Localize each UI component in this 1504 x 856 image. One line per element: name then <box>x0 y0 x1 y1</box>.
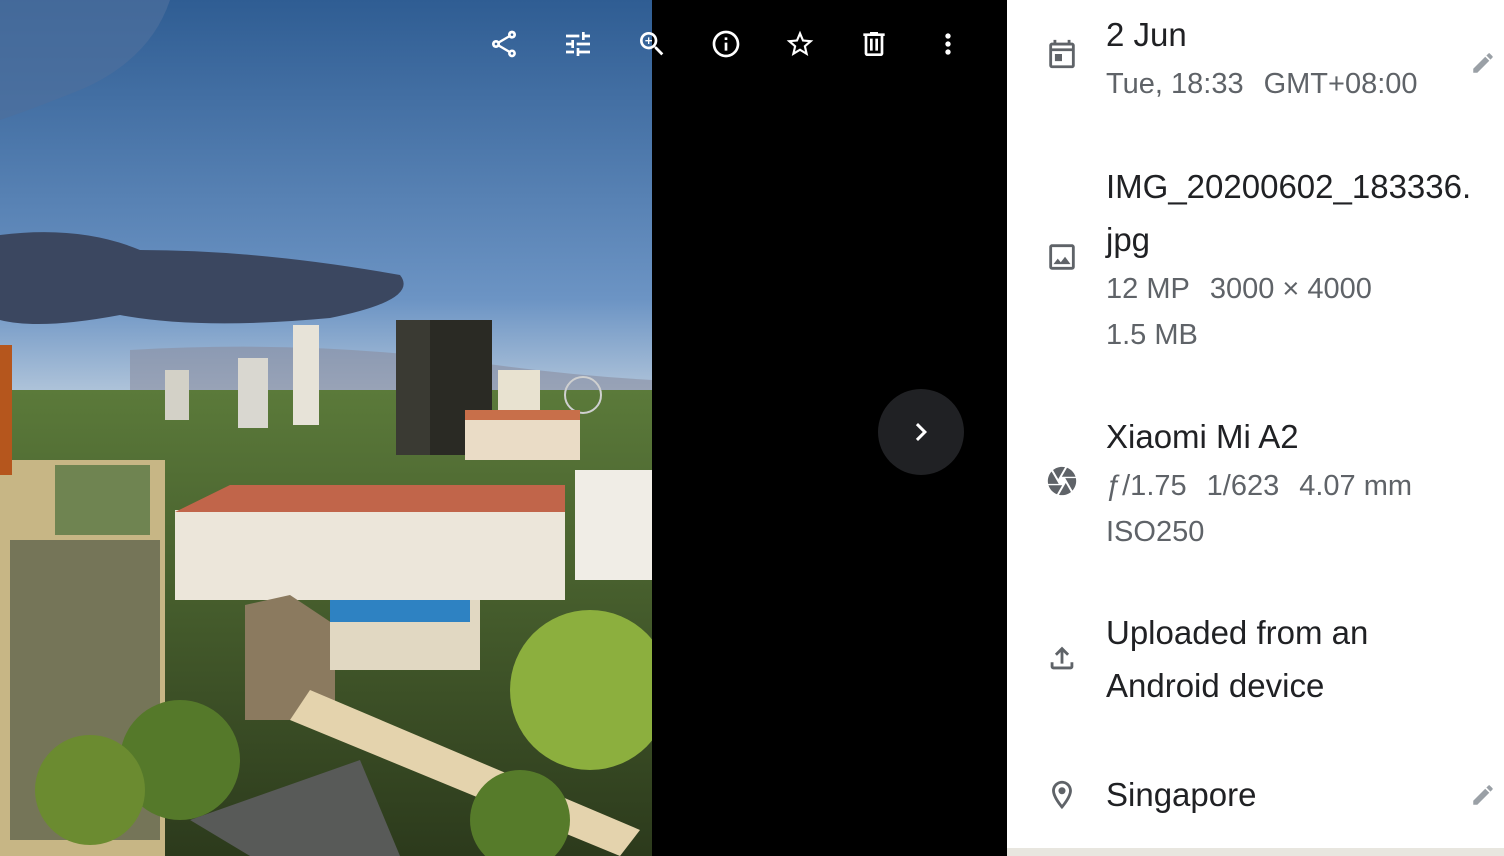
date-time-line: Tue, 18:33 GMT+08:00 <box>1106 61 1418 107</box>
favourite-button[interactable] <box>770 14 830 74</box>
star-icon <box>786 30 814 56</box>
date-day: 2 Jun <box>1106 16 1187 53</box>
info-button[interactable] <box>696 14 756 74</box>
pencil-icon <box>1473 785 1493 805</box>
delete-icon <box>863 32 885 56</box>
edit-location-button[interactable] <box>1470 782 1496 808</box>
upload-source-line1: Uploaded from an <box>1106 614 1369 651</box>
file-resolution-line: 12 MP 3000 × 4000 <box>1106 266 1471 312</box>
photo <box>0 0 652 856</box>
chevron-right-icon <box>915 423 927 441</box>
calendar-icon <box>1045 37 1079 71</box>
image-icon <box>1045 240 1079 274</box>
zoom-button[interactable] <box>622 14 682 74</box>
location-map-preview[interactable] <box>1007 848 1504 856</box>
date-timezone: GMT+08:00 <box>1263 68 1418 100</box>
next-photo-button[interactable] <box>878 389 964 475</box>
upload-icon <box>1045 641 1079 675</box>
file-name-line1: IMG_20200602_183336. <box>1106 168 1472 205</box>
camera-aperture: ƒ/1.75 <box>1106 470 1187 502</box>
camera-iso: ISO250 <box>1106 516 1205 548</box>
file-size: 1.5 MB <box>1106 319 1198 351</box>
zoom-in-icon <box>640 32 664 56</box>
file-name-line2: jpg <box>1106 221 1151 258</box>
file-megapixels: 12 MP <box>1106 273 1190 305</box>
edit-date-button[interactable] <box>1470 50 1496 76</box>
camera-aperture-icon <box>1045 464 1079 498</box>
info-icon <box>712 30 740 58</box>
share-button[interactable] <box>474 14 534 74</box>
file-row: IMG_20200602_183336. jpg 12 MP 3000 × 400… <box>1007 160 1504 360</box>
date-row: 2 Jun Tue, 18:33 GMT+08:00 <box>1007 8 1504 108</box>
edit-adjust-icon <box>566 32 590 56</box>
upload-source-line2: Android device <box>1106 667 1325 704</box>
upload-row: Uploaded from an Android device <box>1007 606 1504 716</box>
file-dimensions: 3000 × 4000 <box>1209 273 1372 305</box>
location-pin-icon <box>1045 778 1079 812</box>
camera-model: Xiaomi Mi A2 <box>1106 418 1299 455</box>
location-name: Singapore <box>1106 776 1257 813</box>
camera-shutter: 1/623 <box>1206 470 1280 502</box>
more-options-icon <box>945 33 951 55</box>
info-panel: 2 Jun Tue, 18:33 GMT+08:00 IMG_20200602_1… <box>1007 0 1504 856</box>
camera-row: Xiaomi Mi A2 ƒ/1.75 1/623 4.07 mm ISO250 <box>1007 410 1504 560</box>
delete-button[interactable] <box>844 14 904 74</box>
edit-button[interactable] <box>548 14 608 74</box>
camera-focal-length: 4.07 mm <box>1299 470 1413 502</box>
date-time: Tue, 18:33 <box>1106 68 1244 100</box>
share-icon <box>492 30 516 58</box>
pencil-icon <box>1473 53 1493 73</box>
more-options-button[interactable] <box>918 14 978 74</box>
location-row: Singapore <box>1007 768 1504 828</box>
camera-settings-line: ƒ/1.75 1/623 4.07 mm <box>1106 463 1412 509</box>
photo-viewer <box>0 0 1007 856</box>
